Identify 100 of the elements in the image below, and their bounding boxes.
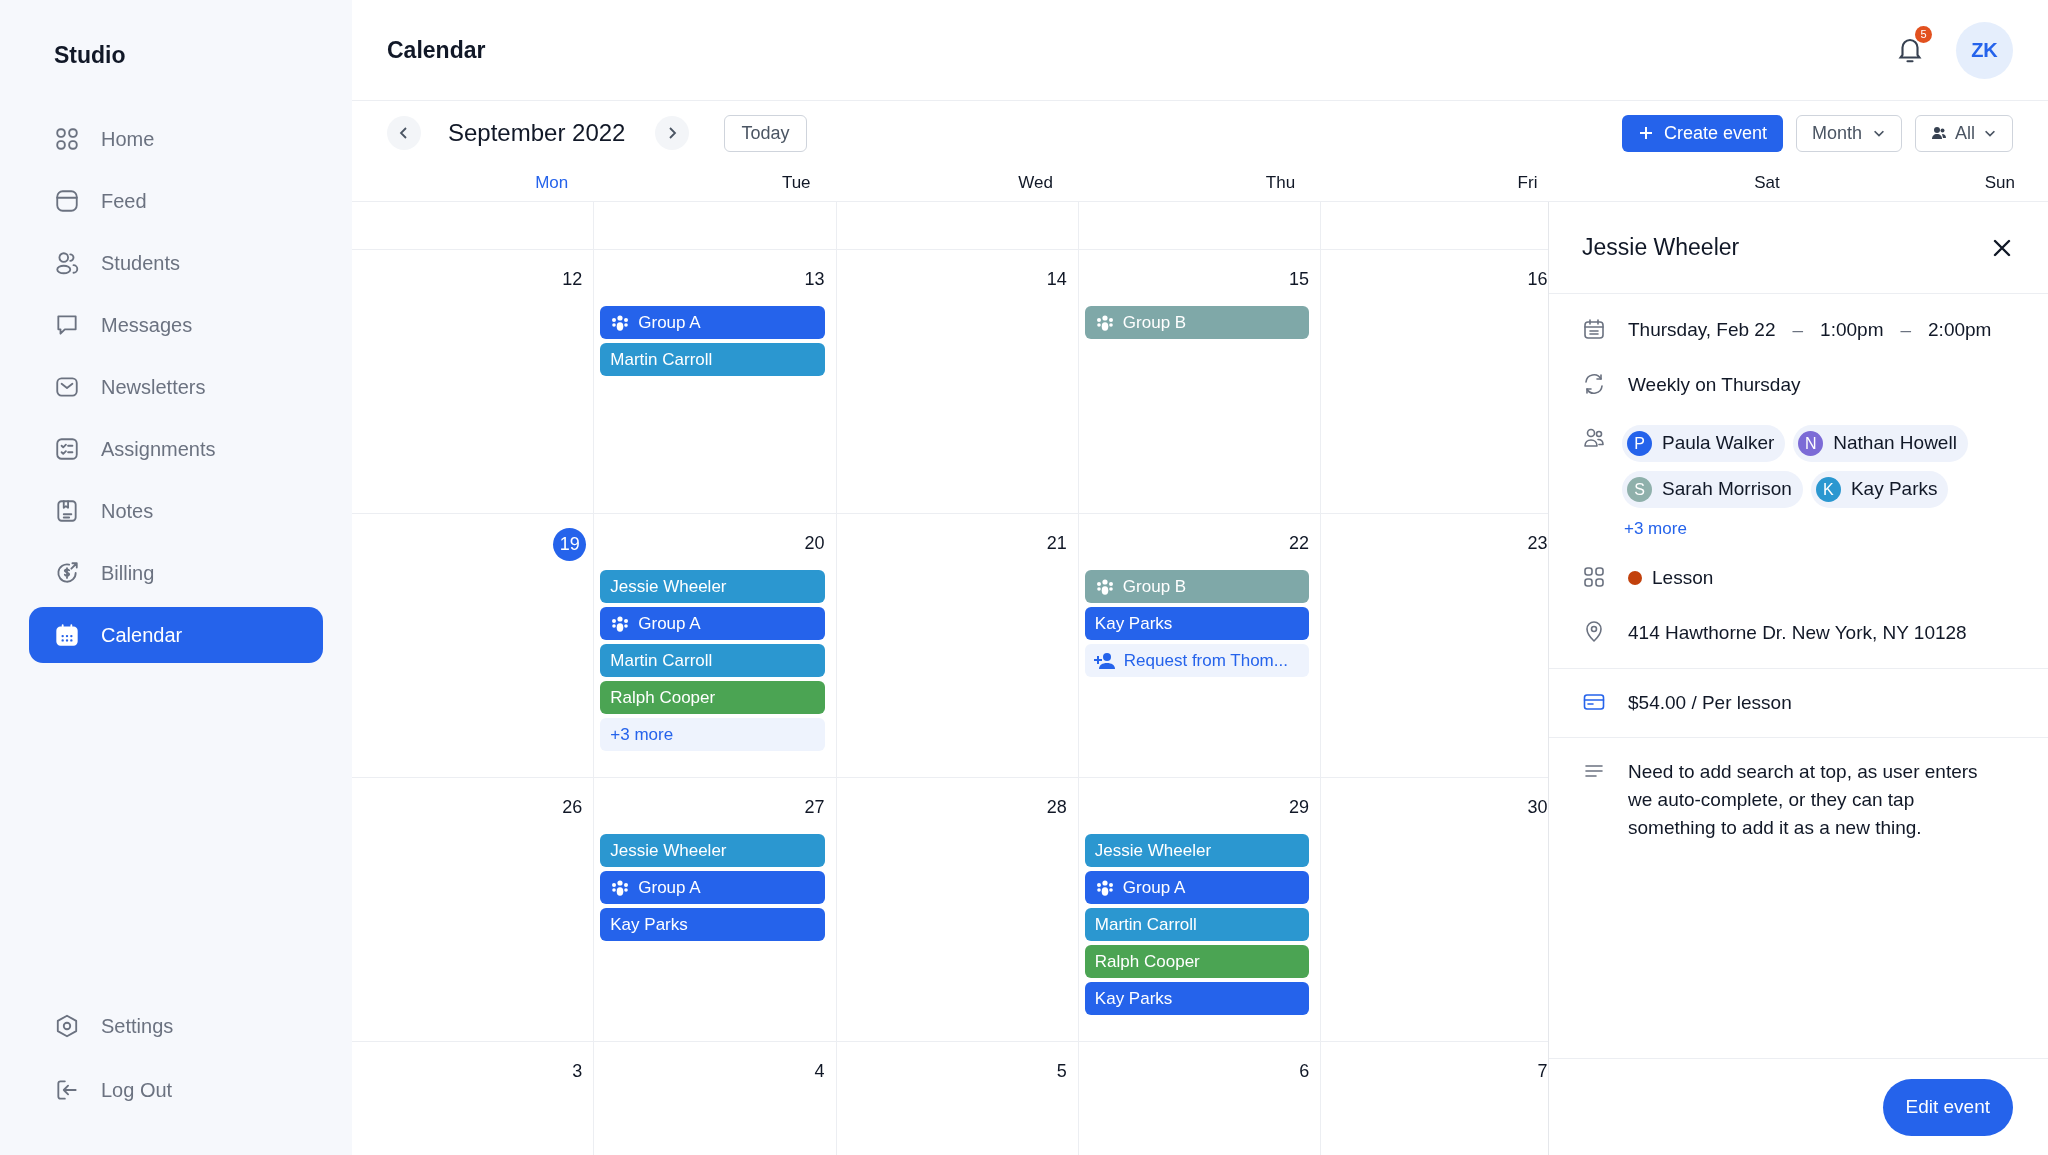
weekday-label: Sat xyxy=(1754,172,1780,195)
event-time: 1:00pm xyxy=(1820,318,1884,342)
create-event-button[interactable]: Create event xyxy=(1621,114,1783,152)
brand-name: Studio xyxy=(54,41,127,66)
day-number: 29 xyxy=(1289,796,1310,819)
view-select[interactable]: Month xyxy=(1795,114,1902,152)
day-number: 3 xyxy=(572,1060,583,1083)
group-icon xyxy=(610,313,631,332)
day-number: 7 xyxy=(1537,1060,1548,1083)
filter-select[interactable]: All xyxy=(1915,114,2013,152)
event-chip[interactable]: Jessie Wheeler xyxy=(1084,834,1310,867)
sidebar-item[interactable]: Calendar xyxy=(29,607,323,663)
grid-icon xyxy=(1582,564,1606,589)
group-icon xyxy=(610,878,631,897)
attendee-chip[interactable]: K Kay Parks xyxy=(1810,471,1949,508)
day-number: 26 xyxy=(562,796,583,819)
previous-month-button[interactable] xyxy=(387,116,421,150)
day-number: 21 xyxy=(1046,532,1067,555)
group-icon xyxy=(1094,878,1115,897)
today-badge: 19 xyxy=(553,528,587,561)
attendee-avatar: N xyxy=(1798,431,1824,456)
day-number: 30 xyxy=(1527,796,1548,819)
weekday-label: Fri xyxy=(1517,172,1538,195)
more-attendees-link[interactable]: +3 more xyxy=(1624,516,1982,542)
close-icon xyxy=(1992,237,2012,258)
event-chip[interactable]: Group B xyxy=(1084,570,1310,603)
checklist-icon xyxy=(54,436,80,462)
calendar-icon xyxy=(54,622,80,648)
attendee-chip[interactable]: P Paula Walker xyxy=(1622,425,1786,462)
day-number: 15 xyxy=(1289,268,1310,291)
weekday-label: Sun xyxy=(1984,172,2015,195)
weekday-label: Mon xyxy=(535,172,569,195)
event-chip[interactable]: Jessie Wheeler xyxy=(600,570,825,603)
people-icon xyxy=(1582,426,1606,450)
event-chip[interactable]: Group A xyxy=(600,607,825,640)
calendar-icon xyxy=(1582,317,1606,341)
event-chip[interactable]: Group A xyxy=(1084,871,1310,904)
card-icon xyxy=(54,188,80,214)
day-number: 12 xyxy=(562,268,583,291)
request-chip[interactable]: Request from Thom... xyxy=(1084,644,1310,677)
edit-event-button[interactable]: Edit event xyxy=(1882,1078,2013,1136)
sidebar-item[interactable]: Settings xyxy=(29,997,323,1055)
event-chip[interactable]: Kay Parks xyxy=(1084,982,1310,1015)
attendee-chip[interactable]: N Nathan Howell xyxy=(1793,425,1968,462)
event-chip[interactable]: Kay Parks xyxy=(600,908,825,941)
page-title: Calendar xyxy=(387,35,486,65)
event-chip[interactable]: Group B xyxy=(1084,306,1310,339)
repeat-icon xyxy=(1582,371,1606,396)
day-number: 23 xyxy=(1527,532,1548,555)
attendee-chip[interactable]: S Sarah Morrison xyxy=(1622,471,1803,508)
weekday-label: Wed xyxy=(1018,172,1053,195)
event-chip[interactable]: Jessie Wheeler xyxy=(600,834,825,867)
plus-icon xyxy=(1637,125,1654,141)
event-chip[interactable]: Ralph Cooper xyxy=(1084,945,1310,978)
user-avatar[interactable]: ZK xyxy=(1956,21,2013,79)
sidebar-item[interactable]: Students xyxy=(29,235,323,291)
envelope-icon xyxy=(54,374,80,400)
sidebar-item[interactable]: Feed xyxy=(29,173,323,229)
sidebar-item[interactable]: Home xyxy=(29,111,323,167)
sidebar-item[interactable]: Notes xyxy=(29,483,323,539)
weekday-label: Thu xyxy=(1265,172,1296,195)
day-number: 14 xyxy=(1046,268,1067,291)
people-icon xyxy=(54,250,80,276)
group-icon xyxy=(1094,577,1115,596)
notes-text: Need to add search at top, as user enters we auto-complete, or they can tap something to add it as a new thing. xyxy=(1628,760,1979,840)
price-text: $54.00 / Per lesson xyxy=(1628,690,1792,715)
group-icon xyxy=(610,614,631,633)
event-chip[interactable]: Group A xyxy=(600,306,825,339)
event-time: 2:00pm xyxy=(1928,318,1992,342)
day-number: 4 xyxy=(814,1060,825,1083)
address-text: 414 Hawthorne Dr. New York, NY 10128 xyxy=(1628,621,1967,645)
dash-separator: – xyxy=(1900,318,1912,342)
day-number: 20 xyxy=(804,532,825,555)
event-title: Jessie Wheeler xyxy=(1582,233,1740,263)
day-number: 22 xyxy=(1289,532,1310,555)
sidebar-item[interactable]: Newsletters xyxy=(29,359,323,415)
dash-separator: – xyxy=(1792,318,1804,342)
event-chip[interactable]: Group A xyxy=(600,871,825,904)
attendee-avatar: K xyxy=(1815,477,1841,502)
day-number: 5 xyxy=(1056,1060,1067,1083)
category-label: Lesson xyxy=(1652,565,1714,590)
event-chip[interactable]: Kay Parks xyxy=(1084,607,1310,640)
event-chip[interactable]: Martin Carroll xyxy=(1084,908,1310,941)
notebook-icon xyxy=(54,498,80,524)
sidebar-item[interactable]: Billing xyxy=(29,545,323,601)
event-chip[interactable]: Ralph Cooper xyxy=(600,681,825,714)
next-month-button[interactable] xyxy=(655,116,690,150)
day-number: 6 xyxy=(1299,1060,1310,1083)
today-button[interactable]: Today xyxy=(724,114,807,152)
group-icon xyxy=(1094,313,1115,332)
sidebar-item[interactable]: Messages xyxy=(29,297,323,353)
event-chip[interactable]: Martin Carroll xyxy=(600,343,825,376)
grid-icon xyxy=(54,126,80,152)
event-chip[interactable]: Martin Carroll xyxy=(600,644,825,677)
day-number: 27 xyxy=(804,796,825,819)
sidebar-item[interactable]: Assignments xyxy=(29,421,323,477)
day-number: 28 xyxy=(1046,796,1067,819)
day-number: 13 xyxy=(804,268,825,291)
more-events-link[interactable]: +3 more xyxy=(600,718,825,751)
sidebar-item[interactable]: Log Out xyxy=(29,1061,323,1119)
